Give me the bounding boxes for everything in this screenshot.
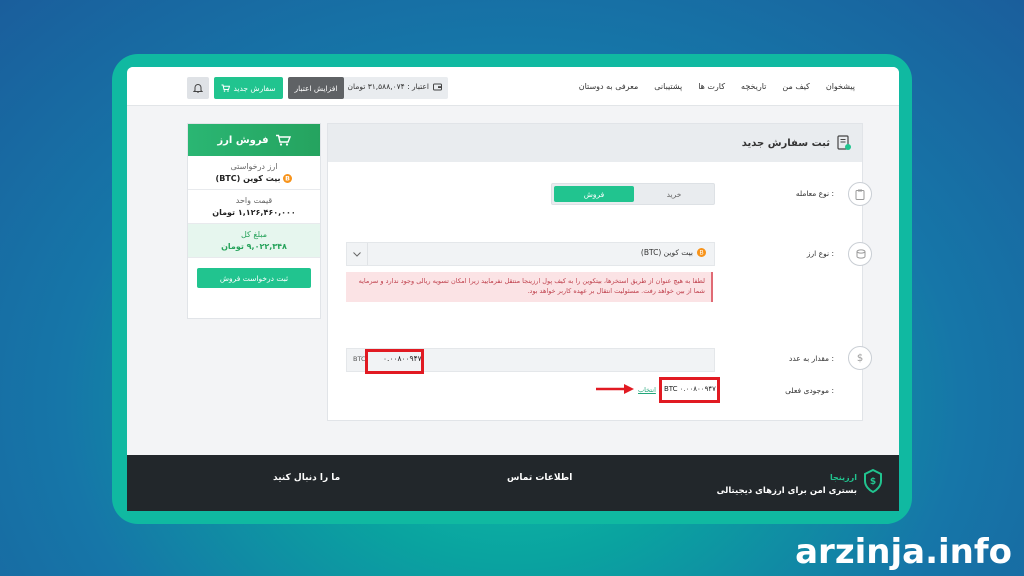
sell-summary-title: فروش ارز: [217, 134, 269, 146]
chevron-down-icon[interactable]: [347, 243, 368, 265]
amount-highlight-box: [365, 349, 424, 374]
nav-item-dashboard[interactable]: پیشخوان: [826, 82, 855, 91]
sell-summary-header: فروش ارز: [188, 124, 320, 156]
app-screen: پیشخوان کیف من تاریخچه کارت ها پشتیبانی …: [127, 67, 899, 511]
currency-type-label: نوع ارز :: [806, 249, 834, 258]
sell-summary-card: فروش ارز ارز درخواستی B بیت کوین (BTC) ق…: [187, 123, 321, 319]
clipboard-icon: [848, 182, 872, 206]
currency-select-text: بیت کوین (BTC): [640, 248, 693, 257]
select-balance-link[interactable]: انتخاب: [638, 386, 656, 394]
svg-text:B: B: [699, 250, 703, 257]
balance-highlight-box: [659, 377, 720, 403]
bitcoin-icon: B: [697, 248, 706, 257]
footer-brand: ارزینجا بستری امن برای ارزهای دیجیتالی: [717, 473, 857, 496]
wallet-icon: [433, 83, 442, 90]
credit-display: اعتبار : ۳۱,۵۸۸,۰۷۴ تومان: [348, 82, 442, 91]
unit-price-section: قیمت واحد ۱,۱۲۶,۴۶۰,۰۰۰ تومان: [188, 190, 320, 224]
arrow-right-icon: [596, 384, 634, 394]
order-icon: [837, 135, 851, 150]
notifications-button[interactable]: [187, 77, 209, 99]
svg-text:B: B: [286, 176, 291, 183]
total-amount-section: مبلغ کل ۹,۰۲۲,۳۴۸ تومان: [188, 224, 320, 258]
currency-select[interactable]: B بیت کوین (BTC): [346, 242, 715, 266]
currency-select-value: B بیت کوین (BTC): [641, 248, 706, 257]
requested-currency-label: ارز درخواستی: [230, 162, 278, 171]
nav-item-cards[interactable]: کارت ها: [698, 82, 725, 91]
new-order-label: سفارش جدید: [233, 83, 276, 93]
footer-follow-heading: ما را دنبال کنید: [273, 473, 341, 483]
brand-logo-icon: $: [864, 469, 882, 493]
submit-sell-button[interactable]: ثبت درخواست فروش: [197, 268, 311, 288]
nav-item-wallet[interactable]: کیف من: [782, 82, 809, 91]
tab-sell[interactable]: فروش: [554, 186, 634, 202]
requested-currency-section: ارز درخواستی B بیت کوین (BTC): [188, 156, 320, 190]
watermark-text: arzinja.info: [795, 532, 1012, 572]
trade-type-label: نوع معامله :: [795, 189, 834, 198]
new-order-header: ثبت سفارش جدید: [328, 124, 862, 162]
nav-links: پیشخوان کیف من تاریخچه کارت ها پشتیبانی …: [579, 67, 855, 105]
new-order-panel: ثبت سفارش جدید نوع معامله : فروش خرید نو…: [327, 123, 872, 421]
bell-icon: [193, 84, 203, 93]
coins-icon: [848, 242, 872, 266]
credit-box: اعتبار : ۳۱,۵۸۸,۰۷۴ تومان افزایش اعتبار: [288, 77, 448, 99]
top-navbar: پیشخوان کیف من تاریخچه کارت ها پشتیبانی …: [127, 67, 899, 106]
unit-price-label: قیمت واحد: [235, 196, 273, 205]
new-order-button[interactable]: سفارش جدید: [214, 77, 283, 99]
footer-contact-heading: اطلاعات تماس: [507, 473, 573, 483]
total-amount-label: مبلغ کل: [240, 230, 267, 239]
increase-credit-button[interactable]: افزایش اعتبار: [288, 77, 344, 99]
credit-label: اعتبار : ۳۱,۵۸۸,۰۷۴ تومان: [347, 82, 429, 91]
nav-item-support[interactable]: پشتیبانی: [654, 82, 682, 91]
footer: ما را دنبال کنید اطلاعات تماس ارزینجا بس…: [127, 455, 899, 511]
cart-icon: [221, 84, 231, 92]
amount-unit: BTC: [353, 355, 366, 363]
brand-tagline: بستری امن برای ارزهای دیجیتالی: [716, 486, 857, 496]
requested-currency-text: بیت کوین (BTC): [215, 174, 281, 183]
unit-price-value: ۱,۱۲۶,۴۶۰,۰۰۰ تومان: [212, 208, 296, 217]
page-title: ثبت سفارش جدید: [741, 137, 830, 149]
svg-text:$: $: [870, 477, 876, 487]
cart-icon: [275, 134, 291, 146]
total-amount-value: ۹,۰۲۲,۳۴۸ تومان: [221, 242, 287, 251]
brand-name: ارزینجا: [830, 473, 857, 482]
amount-label: مقدار به عدد :: [788, 354, 834, 363]
bitcoin-icon: B: [283, 174, 293, 183]
tab-buy[interactable]: خرید: [636, 186, 712, 202]
nav-item-referral[interactable]: معرفی به دوستان: [579, 82, 639, 91]
requested-currency-value: B بیت کوین (BTC): [188, 174, 320, 183]
warning-alert: لطفا به هیچ عنوان از طریق استخرها، بیتکو…: [346, 272, 713, 302]
dollar-icon: $: [848, 346, 872, 370]
trade-type-toggle: فروش خرید: [551, 183, 715, 205]
balance-label: موجودی فعلی :: [785, 386, 834, 395]
nav-item-history[interactable]: تاریخچه: [741, 82, 766, 91]
